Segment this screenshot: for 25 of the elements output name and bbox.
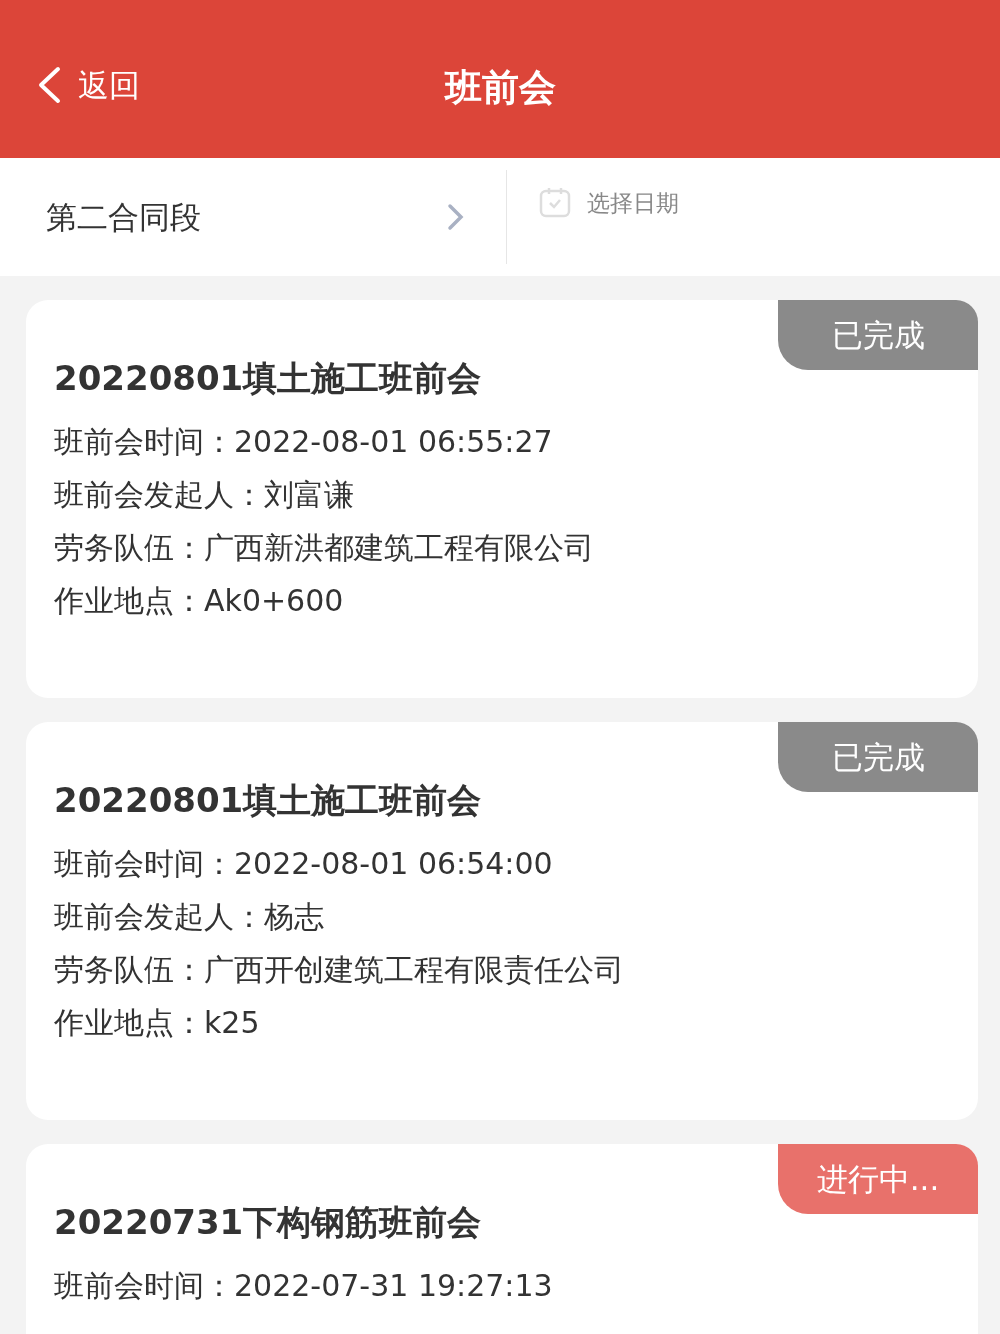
meeting-detail: 劳务队伍：广西新洪都建筑工程有限公司 <box>54 528 595 567</box>
meeting-title: 20220801填土施工班前会 <box>54 780 483 821</box>
meeting-detail: 班前会时间：2022-08-01 06:54:00 <box>54 844 554 883</box>
meeting-card[interactable]: 已完成 20220801填土施工班前会 班前会时间：2022-08-01 06:55:27 班前会发起人：刘富谦 劳务队伍：广西新洪都建筑工程有限公司 作业地点：Ak0+600 <box>26 300 978 698</box>
meeting-detail: 作业地点：Ak0+600 <box>54 581 345 620</box>
meeting-title: 20220731下构钢筋班前会 <box>54 1202 483 1243</box>
meeting-card[interactable]: 已完成 20220801填土施工班前会 班前会时间：2022-08-01 06:54:00 班前会发起人：杨志 劳务队伍：广西开创建筑工程有限责任公司 作业地点：k25 <box>26 722 978 1120</box>
calendar-icon <box>539 186 571 218</box>
meeting-detail: 班前会发起人：刘富谦 <box>54 475 355 514</box>
section-selector[interactable]: 第二合同段 <box>46 193 201 241</box>
status-tag: 进行中... <box>778 1144 978 1214</box>
meeting-detail: 班前会时间：2022-07-31 19:27:13 <box>54 1266 554 1305</box>
date-picker[interactable]: 选择日期 <box>587 186 679 221</box>
back-button[interactable]: 返回 <box>36 62 140 109</box>
meeting-detail: 班前会发起人：杨志 <box>54 897 325 936</box>
chevron-right-icon <box>446 202 466 232</box>
meeting-card[interactable]: 进行中... 20220731下构钢筋班前会 班前会时间：2022-07-31 19:27:13 <box>26 1144 978 1334</box>
back-icon <box>36 66 62 105</box>
status-tag: 已完成 <box>778 722 978 792</box>
meeting-detail: 班前会时间：2022-08-01 06:55:27 <box>54 422 554 461</box>
meeting-detail: 作业地点：k25 <box>54 1003 261 1042</box>
page-title: 班前会 <box>444 65 556 111</box>
status-tag: 已完成 <box>778 300 978 370</box>
meeting-title: 20220801填土施工班前会 <box>54 358 483 399</box>
meeting-detail: 劳务队伍：广西开创建筑工程有限责任公司 <box>54 950 625 989</box>
